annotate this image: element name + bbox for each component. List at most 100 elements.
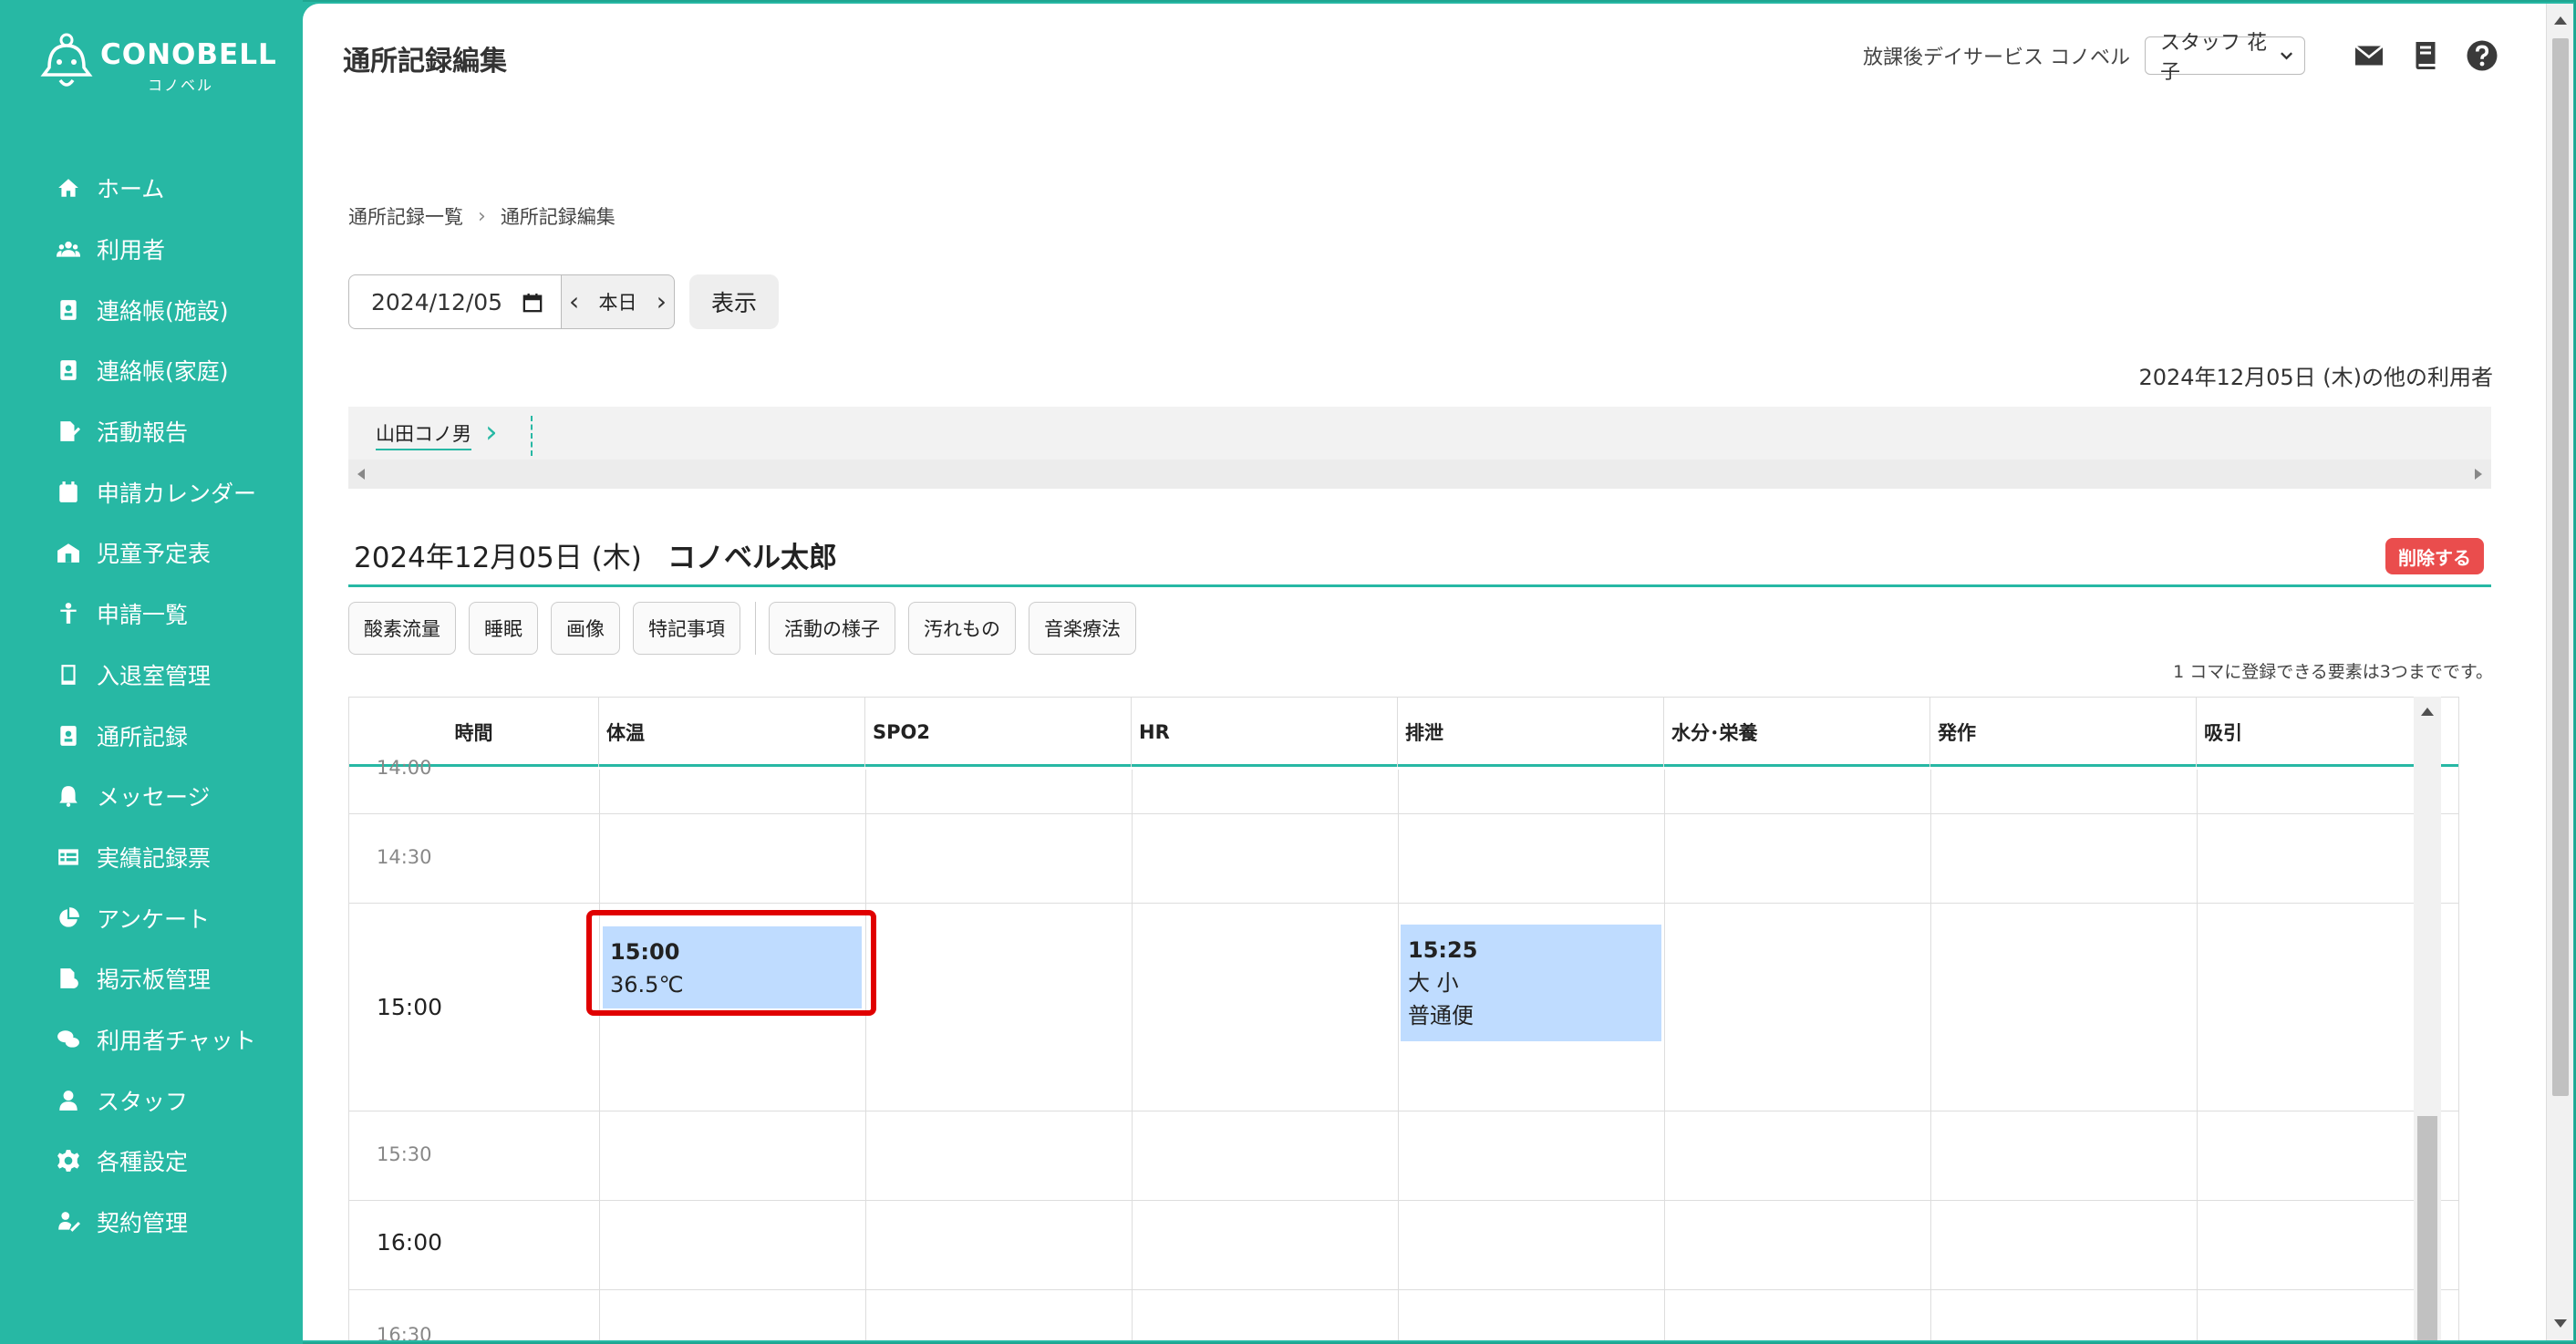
topbar-right: 放課後デイサービス コノベル スタッフ 花子 [1863, 32, 2500, 84]
entry-value: 大 小 [1408, 970, 1459, 996]
breadcrumb-separator-icon: › [478, 204, 486, 228]
sidebar-item-child-schedule[interactable]: 児童予定表 [0, 522, 303, 584]
column-header-seizure: 発作 [1930, 698, 2197, 767]
column-divider [1398, 770, 1399, 1340]
brand-logo[interactable]: CONOBELL コノベル [38, 33, 276, 97]
manual-book-icon[interactable] [2407, 37, 2444, 74]
scroll-up-icon[interactable] [2554, 16, 2567, 25]
column-divider [1132, 770, 1133, 1340]
record-date: 2024年12月05日 (木) [354, 542, 642, 574]
sidebar-item-attendance-record[interactable]: 通所記録 [0, 705, 303, 766]
sidebar-item-label: 契約管理 [97, 1210, 189, 1237]
scroll-left-icon[interactable] [357, 469, 365, 480]
chip-special-notes[interactable]: 特記事項 [633, 602, 740, 655]
child-icon [55, 600, 82, 627]
home-icon [55, 174, 82, 202]
grid-vertical-scrollbar[interactable] [2414, 697, 2441, 1340]
time-label-1600: 16:00 [377, 1229, 443, 1256]
contact-book-icon [55, 357, 82, 384]
sidebar-item-user-chat[interactable]: 利用者チャット [0, 1009, 303, 1070]
column-header-temperature: 体温 [599, 698, 865, 767]
chevron-down-icon [2280, 52, 2292, 60]
time-label-1530: 15:30 [377, 1143, 432, 1165]
sidebar-item-label: 掲示板管理 [97, 967, 212, 994]
sidebar-item-board[interactable]: 掲示板管理 [0, 948, 303, 1009]
chip-music-therapy[interactable]: 音楽療法 [1029, 602, 1136, 655]
sidebar-item-request-calendar[interactable]: 申請カレンダー [0, 461, 303, 522]
sidebar-item-survey[interactable]: アンケート [0, 887, 303, 948]
date-filter: 2024/12/05 ‹ 本日 › 表示 [348, 274, 779, 329]
sidebar-item-contact-home[interactable]: 連絡帳(家庭) [0, 340, 303, 401]
today-button[interactable]: 本日 [599, 288, 637, 315]
column-divider [1930, 770, 1931, 1340]
column-header-spo2: SPO2 [865, 698, 1132, 767]
scrollbar-thumb[interactable] [2417, 1116, 2437, 1340]
scrollbar-thumb[interactable] [2552, 38, 2569, 1096]
sidebar-item-label: 連絡帳(施設) [97, 297, 229, 325]
sidebar-item-contact-facility[interactable]: 連絡帳(施設) [0, 279, 303, 340]
sidebar-item-label: 申請一覧 [97, 602, 189, 629]
users-icon [55, 235, 82, 263]
sidebar-item-label: 実績記録票 [97, 844, 212, 872]
entry-time: 15:25 [1408, 937, 1478, 963]
prev-day-chevron-icon[interactable]: ‹ [569, 289, 579, 315]
row-divider [349, 1289, 2458, 1290]
sidebar-item-activity-report[interactable]: 活動報告 [0, 401, 303, 462]
contact-book-icon [55, 296, 82, 324]
sidebar-item-label: 利用者 [97, 237, 166, 264]
pie-chart-icon [55, 905, 82, 932]
sidebar-item-users[interactable]: 利用者 [0, 219, 303, 280]
other-users-label: 2024年12月05日 (木)の他の利用者 [2138, 365, 2493, 390]
sidebar-item-entry-exit[interactable]: 入退室管理 [0, 645, 303, 706]
staff-select[interactable]: スタッフ 花子 [2145, 32, 2305, 84]
date-input[interactable]: 2024/12/05 [348, 274, 562, 329]
sidebar-item-label: スタッフ [97, 1088, 189, 1115]
time-label-1430: 14:30 [377, 846, 432, 868]
help-icon[interactable] [2464, 37, 2500, 74]
chevron-right-icon[interactable]: › [485, 414, 498, 450]
scroll-down-icon[interactable] [2554, 1319, 2567, 1328]
gear-icon [55, 1147, 82, 1174]
sidebar-item-staff[interactable]: スタッフ [0, 1070, 303, 1131]
breadcrumb-link-list[interactable]: 通所記録一覧 [348, 202, 463, 230]
bell-icon [55, 782, 82, 810]
chip-oxygen-flow[interactable]: 酸素流量 [348, 602, 456, 655]
sidebar-item-contract[interactable]: 契約管理 [0, 1192, 303, 1253]
chip-activity[interactable]: 活動の様子 [769, 602, 895, 655]
table-icon [55, 843, 82, 871]
scroll-right-icon[interactable] [2475, 469, 2482, 480]
breadcrumb: 通所記録一覧 › 通所記録編集 [348, 202, 616, 230]
contract-icon [55, 1208, 82, 1235]
sidebar-item-message[interactable]: メッセージ [0, 766, 303, 827]
sidebar-item-home[interactable]: ホーム [0, 158, 303, 219]
sidebar-item-settings[interactable]: 各種設定 [0, 1131, 303, 1192]
chip-sleep[interactable]: 睡眠 [469, 602, 538, 655]
other-user-link[interactable]: 山田コノ男 [376, 419, 471, 450]
show-button[interactable]: 表示 [689, 274, 779, 329]
grid-body[interactable]: 14:00 14:30 15:00 15:30 16:00 16:30 15:0… [349, 757, 2458, 1340]
sidebar-item-performance-record[interactable]: 実績記録票 [0, 827, 303, 888]
page-vertical-scrollbar[interactable] [2546, 4, 2573, 1340]
chip-soiled-items[interactable]: 汚れもの [908, 602, 1016, 655]
mail-icon[interactable] [2351, 37, 2387, 74]
calendar-icon [55, 479, 82, 506]
scroll-up-icon[interactable] [2421, 708, 2434, 716]
next-day-chevron-icon[interactable]: › [657, 289, 667, 315]
time-label-1400: 14:00 [377, 757, 432, 779]
sidebar-item-label: 各種設定 [97, 1149, 189, 1176]
brand-sub: コノベル [148, 77, 214, 94]
sidebar-item-request-list[interactable]: 申請一覧 [0, 584, 303, 645]
schedule-icon [55, 539, 82, 566]
sidebar-item-label: 入退室管理 [97, 662, 212, 689]
calendar-icon[interactable] [522, 293, 543, 313]
delete-button[interactable]: 削除する [2385, 538, 2484, 574]
grid-header: 時間 体温 SPO2 HR 排泄 水分･栄養 発作 吸引 [349, 698, 2458, 767]
board-icon [55, 965, 82, 992]
sidebar-nav: ホーム 利用者 連絡帳(施設) 連絡帳(家庭) 活動報告 申請カレンダー 児童予… [0, 158, 303, 1252]
column-divider [2197, 770, 2198, 1340]
horizontal-scrollbar[interactable] [348, 460, 2491, 489]
chip-image[interactable]: 画像 [551, 602, 620, 655]
report-icon [55, 418, 82, 445]
sidebar-item-label: メッセージ [97, 784, 211, 812]
excretion-entry[interactable]: 15:25 大 小 普通便 [1401, 925, 1661, 1041]
